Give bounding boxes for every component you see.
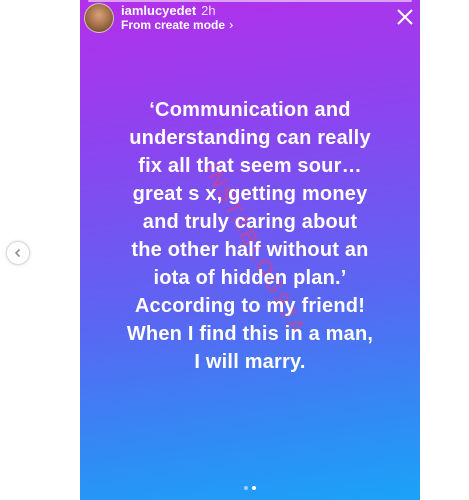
username[interactable]: iamlucyedet bbox=[121, 4, 196, 18]
story-card[interactable]: iamlucyedet 2h From create mode › INSTAB… bbox=[80, 0, 420, 500]
close-icon bbox=[397, 9, 413, 25]
create-mode-label: From create mode bbox=[121, 18, 226, 32]
story-header: iamlucyedet 2h From create mode › bbox=[84, 2, 376, 34]
close-button[interactable] bbox=[392, 4, 418, 30]
pagination-dot-active bbox=[252, 486, 256, 490]
post-time: 2h bbox=[201, 3, 216, 18]
pagination-dot bbox=[244, 486, 248, 490]
story-meta: iamlucyedet 2h From create mode › bbox=[121, 3, 234, 33]
story-quote-text: ‘Communication and understanding can rea… bbox=[126, 99, 374, 373]
chevron-left-icon bbox=[14, 248, 21, 258]
chevron-right-icon: › bbox=[229, 17, 234, 32]
previous-story-button[interactable] bbox=[6, 241, 30, 265]
avatar[interactable] bbox=[84, 3, 114, 33]
create-mode-link[interactable]: From create mode › bbox=[121, 17, 234, 33]
story-pagination-dots bbox=[80, 486, 420, 492]
